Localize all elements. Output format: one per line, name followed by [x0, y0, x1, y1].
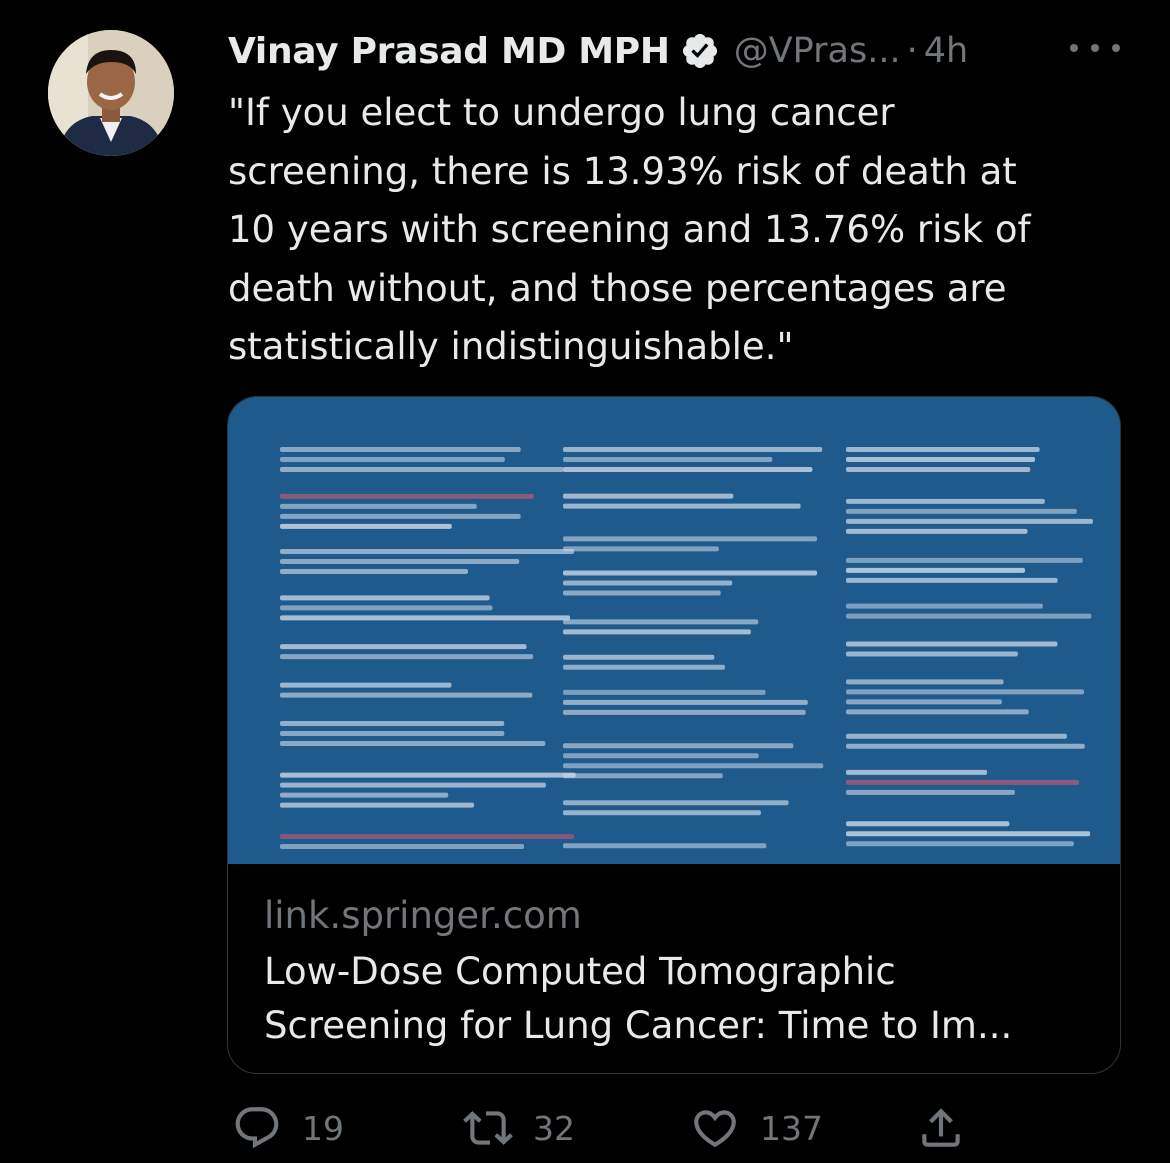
like-button[interactable]: 137	[690, 1098, 823, 1158]
like-count: 137	[760, 1108, 823, 1148]
more-icon[interactable]	[1070, 36, 1120, 60]
separator-dot: ·	[906, 31, 918, 71]
tweet-text: "If you elect to undergo lung cancer scr…	[228, 91, 1031, 368]
action-bar: 19 32 137	[0, 1098, 1170, 1158]
card-title: Low-Dose Computed Tomographic Screening …	[264, 950, 1013, 1047]
retweet-icon	[463, 1111, 513, 1145]
reply-icon	[235, 1107, 279, 1149]
card-image	[228, 397, 1120, 864]
reply-button[interactable]: 19	[232, 1098, 344, 1158]
card-domain: link.springer.com	[264, 894, 582, 937]
avatar[interactable]	[48, 30, 174, 156]
retweet-count: 32	[533, 1108, 575, 1148]
share-icon	[922, 1108, 960, 1147]
retweet-button[interactable]: 32	[463, 1098, 575, 1158]
avatar-photo	[48, 30, 174, 156]
author-handle[interactable]: @VPras...	[734, 31, 901, 71]
share-button[interactable]	[916, 1098, 986, 1158]
like-icon	[694, 1110, 736, 1148]
link-preview-card[interactable]: link.springer.com Low-Dose Computed Tomo…	[227, 396, 1121, 1074]
author-name[interactable]: Vinay Prasad MD MPH	[228, 31, 670, 72]
reply-count: 19	[302, 1108, 344, 1148]
tweet-header: Vinay Prasad MD MPH @VPras... · 4h	[228, 26, 968, 76]
verified-badge-icon	[680, 31, 720, 71]
tweet-timestamp[interactable]: 4h	[924, 31, 968, 71]
